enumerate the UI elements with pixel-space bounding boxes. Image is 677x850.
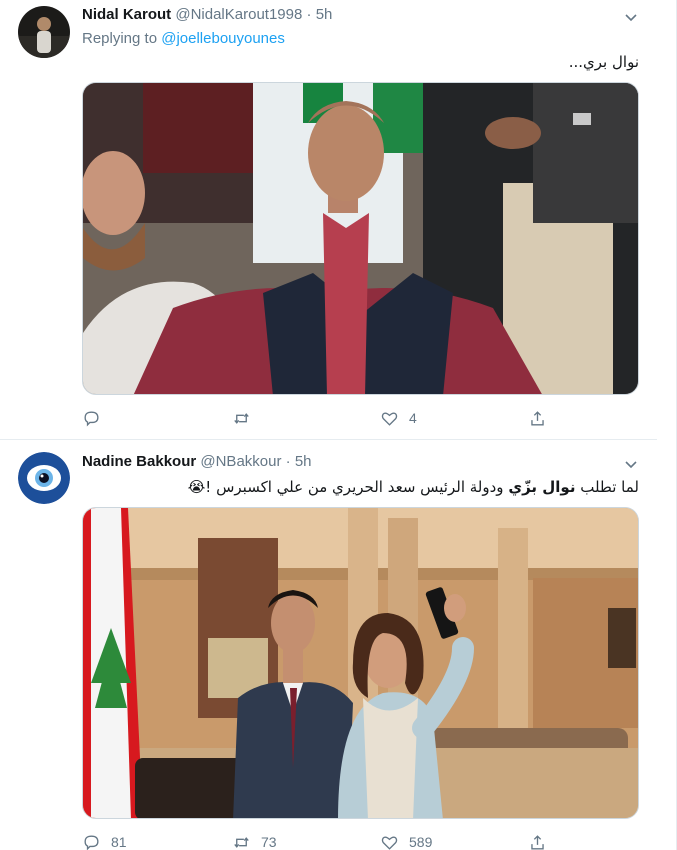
tweet-header: Nadine Bakkour @NBakkour · 5h bbox=[82, 453, 312, 470]
reply-icon bbox=[84, 834, 99, 850]
display-name[interactable]: Nadine Bakkour bbox=[82, 453, 196, 470]
retweet-icon bbox=[234, 836, 249, 848]
tweet-text-suffix: ودولة الرئيس سعد الحريري من علي اكسبرس ! bbox=[205, 478, 509, 496]
like-button[interactable]: 4 bbox=[380, 406, 417, 430]
replying-to: Replying to @joellebouyounes bbox=[82, 30, 285, 47]
share-button[interactable] bbox=[528, 406, 547, 430]
tweet-header: Nidal Karout @NidalKarout1998 · 5h bbox=[82, 6, 332, 23]
share-icon bbox=[531, 834, 544, 850]
user-handle[interactable]: @NBakkour bbox=[200, 453, 281, 470]
timestamp[interactable]: 5h bbox=[316, 6, 333, 23]
tweet[interactable]: Nadine Bakkour @NBakkour · 5h لما تطلب ن… bbox=[0, 440, 657, 850]
tweet-photo[interactable] bbox=[82, 507, 639, 819]
like-count: 589 bbox=[409, 834, 433, 850]
tweet-actions: 81 73 589 bbox=[82, 830, 552, 850]
user-handle[interactable]: @NidalKarout1998 bbox=[175, 6, 302, 23]
tweet-text: لما تطلب نوال بزّي ودولة الرئيس سعد الحر… bbox=[188, 478, 639, 496]
tweet-photo[interactable] bbox=[82, 82, 639, 395]
replying-to-link[interactable]: @joellebouyounes bbox=[161, 30, 285, 47]
tweet[interactable]: Nidal Karout @NidalKarout1998 · 5h Reply… bbox=[0, 0, 657, 440]
tweet-text-bold: نوال بزّي bbox=[508, 478, 576, 496]
chevron-down-icon[interactable] bbox=[623, 456, 639, 472]
separator-dot: · bbox=[285, 453, 291, 470]
crying-emoji: 😭 bbox=[187, 478, 206, 496]
retweet-button[interactable]: 73 bbox=[232, 830, 277, 850]
tweet-text-prefix: لما تطلب bbox=[575, 478, 639, 496]
reply-icon bbox=[84, 410, 99, 426]
reply-button[interactable]: 81 bbox=[82, 830, 127, 850]
like-icon bbox=[381, 412, 398, 426]
timeline: Nidal Karout @NidalKarout1998 · 5h Reply… bbox=[0, 0, 677, 850]
retweet-button[interactable] bbox=[232, 406, 261, 430]
avatar[interactable] bbox=[18, 452, 70, 504]
avatar[interactable] bbox=[18, 6, 70, 58]
replying-to-label: Replying to bbox=[82, 30, 162, 47]
like-count: 4 bbox=[409, 410, 417, 426]
retweet-count: 73 bbox=[261, 834, 277, 850]
display-name[interactable]: Nidal Karout bbox=[82, 6, 171, 23]
share-button[interactable] bbox=[528, 830, 547, 850]
separator-dot: · bbox=[306, 6, 312, 23]
tweet-text: نوال بري... bbox=[568, 53, 639, 71]
share-icon bbox=[531, 410, 544, 426]
like-button[interactable]: 589 bbox=[380, 830, 432, 850]
like-icon bbox=[381, 836, 398, 850]
reply-button[interactable] bbox=[82, 406, 111, 430]
tweet-actions: 4 bbox=[82, 406, 552, 430]
chevron-down-icon[interactable] bbox=[623, 9, 639, 25]
retweet-icon bbox=[234, 412, 249, 424]
timestamp[interactable]: 5h bbox=[295, 453, 312, 470]
reply-count: 81 bbox=[111, 834, 127, 850]
